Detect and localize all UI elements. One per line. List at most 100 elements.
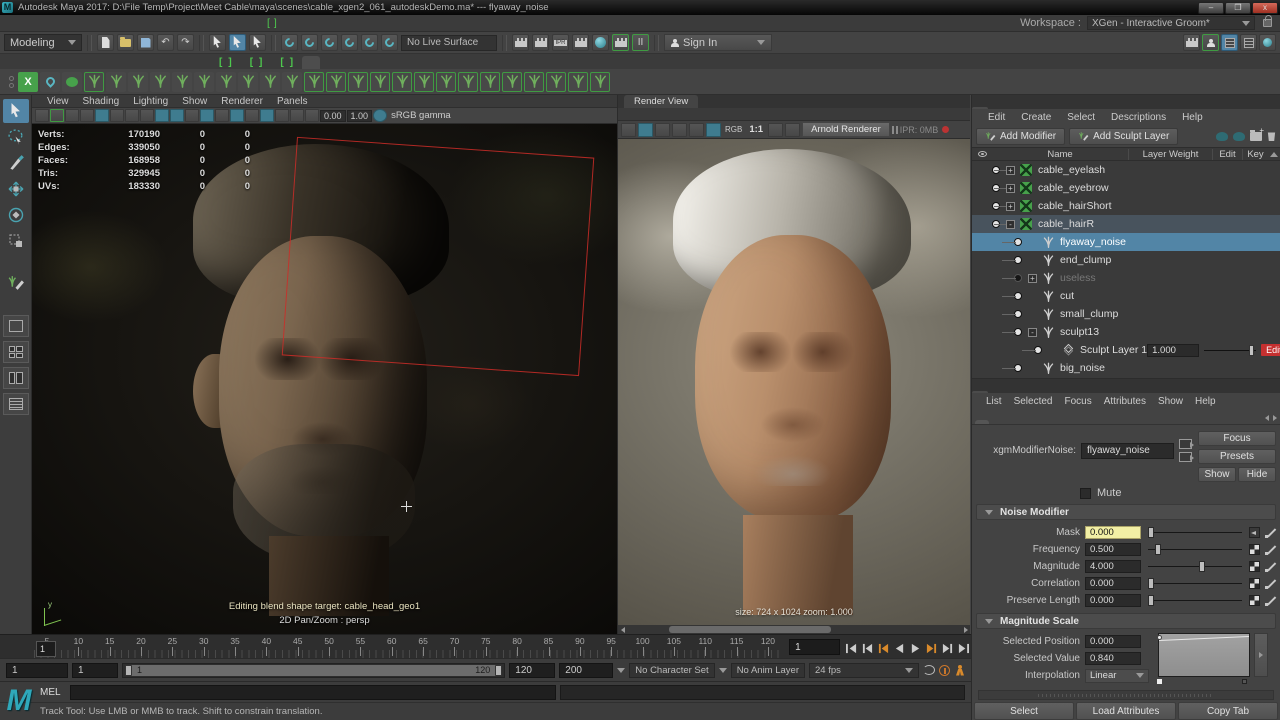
- lasso-tool[interactable]: [3, 125, 29, 149]
- menu-item[interactable]: [162, 17, 176, 29]
- layer-weight-slider[interactable]: [1204, 344, 1257, 357]
- undo-icon[interactable]: ↶: [157, 34, 174, 51]
- xgen-groom-tool-icon[interactable]: [524, 71, 544, 92]
- range-slider[interactable]: 1 120: [122, 662, 506, 678]
- tree-row[interactable]: + useless: [972, 269, 1280, 287]
- shelf-tab[interactable]: [320, 56, 338, 69]
- hide-guides-icon[interactable]: [1233, 131, 1245, 141]
- menu-set-selector[interactable]: Modeling: [4, 34, 82, 51]
- color-management-icon[interactable]: [373, 109, 388, 122]
- tree-row[interactable]: end_clump: [972, 251, 1280, 269]
- xgen-groom-tool-icon[interactable]: [260, 71, 280, 92]
- layout-single-pane-button[interactable]: [2, 315, 29, 337]
- snap-to-point-icon[interactable]: [321, 34, 338, 51]
- renderer-selector[interactable]: Arnold Renderer: [802, 122, 890, 137]
- select-tool[interactable]: [2, 99, 29, 123]
- xgen-groom-tool-icon[interactable]: [216, 71, 236, 92]
- load-attributes-button[interactable]: Load Attributes: [1076, 702, 1176, 720]
- item-label[interactable]: cable_eyelash: [1038, 164, 1105, 176]
- bookmark-icon[interactable]: [50, 109, 64, 122]
- tabs-scroll-left-icon[interactable]: [1265, 415, 1269, 421]
- attribute-value-field[interactable]: 0.000: [1085, 594, 1141, 607]
- input-connection-icon[interactable]: [1179, 452, 1194, 462]
- presets-button[interactable]: Presets: [1198, 449, 1276, 464]
- divider[interactable]: [199, 34, 204, 51]
- snapshot-icon[interactable]: [655, 122, 670, 137]
- colorspace-label[interactable]: sRGB gamma: [388, 110, 454, 121]
- set-key-icon[interactable]: [1265, 595, 1276, 606]
- motion-blur-icon[interactable]: [200, 109, 214, 122]
- workspace-selector[interactable]: XGen - Interactive Groom*: [1087, 16, 1255, 30]
- modeling-toolkit-icon[interactable]: [1183, 34, 1200, 51]
- set-key-icon[interactable]: [1265, 544, 1276, 555]
- multisample-icon[interactable]: [215, 109, 229, 122]
- layer-weight-field[interactable]: 1.000: [1147, 343, 1200, 357]
- scroll-right-icon[interactable]: [961, 625, 970, 634]
- last-tool-groom-icon[interactable]: [3, 271, 29, 295]
- delete-icon[interactable]: [1267, 132, 1276, 141]
- xgen-groom-tool-icon[interactable]: [590, 71, 610, 92]
- gate-mask-icon[interactable]: [290, 109, 304, 122]
- show-guides-icon[interactable]: [1216, 131, 1228, 141]
- attribute-value-field[interactable]: 4.000: [1085, 560, 1141, 573]
- xgen-groom-tool-icon[interactable]: [392, 71, 412, 92]
- playback-speed-selector[interactable]: 24 fps: [809, 662, 919, 678]
- set-key-icon[interactable]: [1265, 578, 1276, 589]
- xgen-groom-tool-icon[interactable]: [436, 71, 456, 92]
- layout-outliner-button[interactable]: [2, 393, 29, 415]
- attribute-slider[interactable]: [1146, 594, 1244, 607]
- current-frame-marker[interactable]: 1: [36, 641, 56, 657]
- gamma-field[interactable]: 1.00: [346, 109, 373, 122]
- layer-weight-column-header[interactable]: Layer Weight: [1128, 148, 1212, 160]
- snap-to-grid-icon[interactable]: [281, 34, 298, 51]
- groom-menu-item[interactable]: Help: [1174, 112, 1211, 123]
- resolution-gate-icon[interactable]: [275, 109, 289, 122]
- menu-item[interactable]: [190, 17, 204, 29]
- viewport-menu-item[interactable]: Lighting: [126, 96, 175, 107]
- xgen-groom-tool-icon[interactable]: [150, 71, 170, 92]
- play-forwards-button[interactable]: [908, 641, 923, 656]
- ae-menu-item[interactable]: Focus: [1058, 396, 1097, 407]
- animation-end-field[interactable]: 200: [559, 662, 614, 678]
- name-column-header[interactable]: Name: [992, 149, 1128, 160]
- item-label[interactable]: Sculpt Layer 1: [1080, 344, 1147, 356]
- node-tab[interactable]: [1050, 420, 1064, 424]
- xgen-groom-tool-icon[interactable]: [106, 71, 126, 92]
- ae-menu-item[interactable]: List: [980, 396, 1008, 407]
- ae-menu-item[interactable]: Help: [1189, 396, 1222, 407]
- mute-checkbox[interactable]: [1080, 487, 1091, 499]
- groom-menu-item[interactable]: Edit: [980, 112, 1013, 123]
- scroll-left-icon[interactable]: [618, 625, 627, 634]
- camera-attrs-icon[interactable]: [35, 109, 49, 122]
- character-set-menu-icon[interactable]: [617, 667, 626, 673]
- attribute-value-field[interactable]: 0.000: [1085, 526, 1141, 539]
- xgen-groom-tool-icon[interactable]: [238, 71, 258, 92]
- viewport-canvas[interactable]: Verts: 170190 0 0 Edges: 339050 0 0 Face…: [32, 124, 617, 634]
- ramp-widget[interactable]: [1156, 633, 1250, 685]
- menu-item[interactable]: [246, 17, 260, 29]
- step-forward-frame-button[interactable]: [940, 641, 955, 656]
- play-backwards-button[interactable]: [892, 641, 907, 656]
- shelf-tab[interactable]: [66, 56, 84, 69]
- grease-pencil-icon[interactable]: [95, 109, 109, 122]
- xgen-description-shelf-icon[interactable]: [62, 71, 82, 92]
- xgen-groom-tool-icon[interactable]: [282, 71, 302, 92]
- menu-item[interactable]: [232, 17, 246, 29]
- scroll-up-icon[interactable]: [1270, 151, 1278, 157]
- texture-map-button[interactable]: [1249, 527, 1260, 538]
- noise-modifier-section-header[interactable]: Noise Modifier: [976, 504, 1276, 520]
- exposure-field[interactable]: 0.00: [320, 109, 346, 122]
- channel-box-toggle-icon[interactable]: [1221, 34, 1238, 51]
- attribute-editor-toggle-icon[interactable]: [1240, 34, 1257, 51]
- menu-item[interactable]: [92, 17, 106, 29]
- item-label[interactable]: useless: [1060, 272, 1096, 284]
- ae-menu-item[interactable]: Show: [1152, 396, 1189, 407]
- viewport-menu-item[interactable]: Show: [175, 96, 214, 107]
- xgen-groom-tool-icon[interactable]: [128, 71, 148, 92]
- tree-row[interactable]: - cable_hairR: [972, 215, 1280, 233]
- attribute-slider[interactable]: [1146, 560, 1244, 573]
- tree-row[interactable]: big_noise: [972, 359, 1280, 377]
- ipr-render-icon[interactable]: [672, 122, 687, 137]
- output-connection-icon[interactable]: [1179, 439, 1194, 449]
- tree-row[interactable]: + cable_eyelash: [972, 161, 1280, 179]
